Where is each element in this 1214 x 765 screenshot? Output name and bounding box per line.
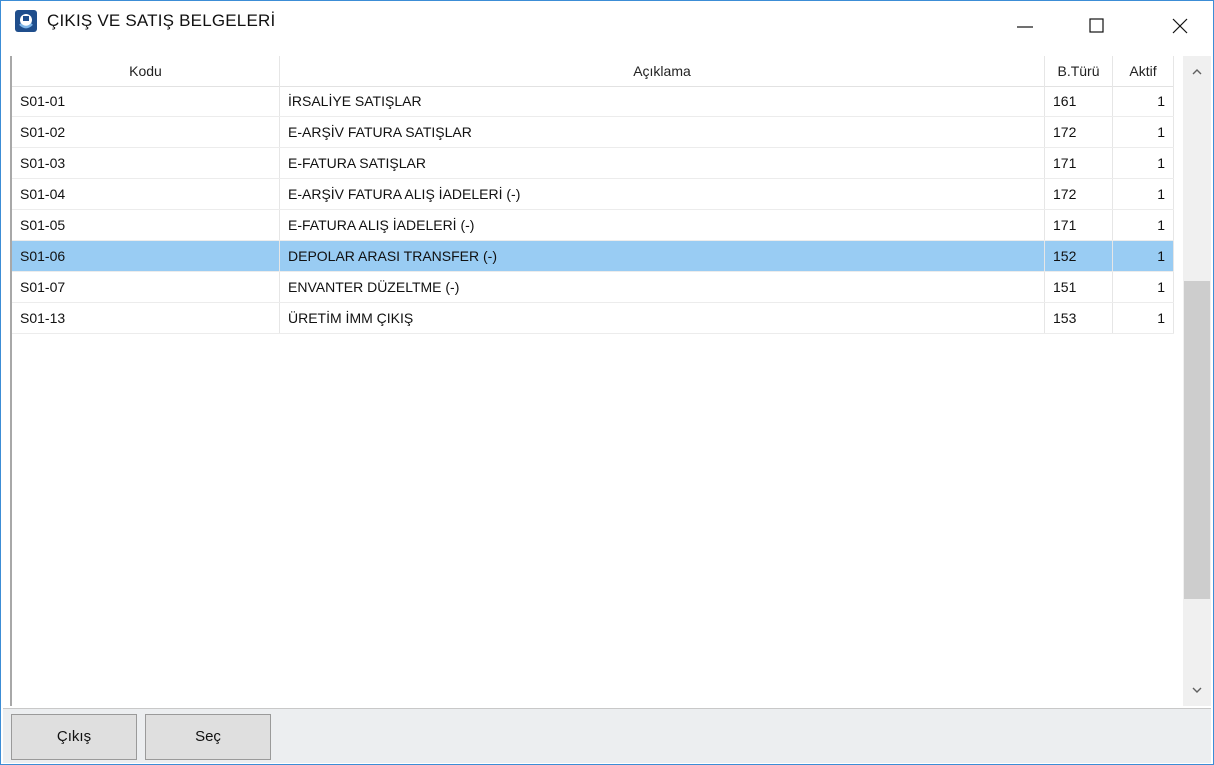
table-row[interactable]: S01-02 E-ARŞİV FATURA SATIŞLAR 172 1 <box>12 117 1174 148</box>
cell-btur: 151 <box>1045 272 1113 302</box>
maximize-button[interactable] <box>1074 1 1120 51</box>
cell-aciklama: E-FATURA SATIŞLAR <box>280 148 1045 178</box>
cell-btur: 172 <box>1045 117 1113 147</box>
cell-kodu: S01-13 <box>12 303 280 333</box>
cell-btur: 153 <box>1045 303 1113 333</box>
window-title: ÇIKIŞ VE SATIŞ BELGELERİ <box>47 11 276 30</box>
cell-kodu: S01-02 <box>12 117 280 147</box>
scroll-down-icon[interactable] <box>1191 684 1203 696</box>
column-header-btur[interactable]: B.Türü <box>1045 56 1113 86</box>
cell-aktif: 1 <box>1113 148 1174 178</box>
scroll-up-icon[interactable] <box>1191 66 1203 78</box>
cell-btur: 172 <box>1045 179 1113 209</box>
table-row[interactable]: S01-07 ENVANTER DÜZELTME (-) 151 1 <box>12 272 1174 303</box>
cell-btur: 152 <box>1045 241 1113 271</box>
close-icon <box>1172 18 1188 34</box>
cell-kodu: S01-04 <box>12 179 280 209</box>
cell-kodu: S01-03 <box>12 148 280 178</box>
cell-aciklama: ÜRETİM İMM ÇIKIŞ <box>280 303 1045 333</box>
vertical-scrollbar[interactable] <box>1183 56 1211 706</box>
title-bar[interactable]: ÇIKIŞ VE SATIŞ BELGELERİ <box>1 1 1213 51</box>
table-row[interactable]: S01-01 İRSALİYE SATIŞLAR 161 1 <box>12 86 1174 117</box>
cell-aktif: 1 <box>1113 117 1174 147</box>
cell-aciklama: İRSALİYE SATIŞLAR <box>280 86 1045 116</box>
cell-btur: 171 <box>1045 148 1113 178</box>
minimize-button[interactable] <box>1002 1 1048 51</box>
table-row[interactable]: S01-13 ÜRETİM İMM ÇIKIŞ 153 1 <box>12 303 1174 334</box>
window: ÇIKIŞ VE SATIŞ BELGELERİ Kodu Açıklama B… <box>0 0 1214 765</box>
select-button[interactable]: Seç <box>145 714 271 760</box>
column-header-aciklama[interactable]: Açıklama <box>280 56 1045 86</box>
table-row[interactable]: S01-05 E-FATURA ALIŞ İADELERİ (-) 171 1 <box>12 210 1174 241</box>
cell-kodu: S01-05 <box>12 210 280 240</box>
minimize-icon <box>1017 26 1033 28</box>
app-logo-icon <box>15 10 37 32</box>
cell-aciklama: ENVANTER DÜZELTME (-) <box>280 272 1045 302</box>
cell-btur: 171 <box>1045 210 1113 240</box>
column-header-kodu[interactable]: Kodu <box>12 56 280 86</box>
cell-aktif: 1 <box>1113 272 1174 302</box>
scrollbar-thumb[interactable] <box>1184 281 1210 599</box>
maximize-icon <box>1089 18 1104 33</box>
cell-aktif: 1 <box>1113 241 1174 271</box>
cell-aciklama: E-FATURA ALIŞ İADELERİ (-) <box>280 210 1045 240</box>
cell-aktif: 1 <box>1113 86 1174 116</box>
table-row[interactable]: S01-03 E-FATURA SATIŞLAR 171 1 <box>12 148 1174 179</box>
cell-aciklama: E-ARŞİV FATURA SATIŞLAR <box>280 117 1045 147</box>
cell-aktif: 1 <box>1113 303 1174 333</box>
table-row[interactable]: S01-04 E-ARŞİV FATURA ALIŞ İADELERİ (-) … <box>12 179 1174 210</box>
column-header-aktif[interactable]: Aktif <box>1113 56 1174 86</box>
table-row-selected[interactable]: S01-06 DEPOLAR ARASI TRANSFER (-) 152 1 <box>12 241 1174 272</box>
cell-btur: 161 <box>1045 86 1113 116</box>
cell-kodu: S01-07 <box>12 272 280 302</box>
cell-aktif: 1 <box>1113 210 1174 240</box>
cell-aktif: 1 <box>1113 179 1174 209</box>
cell-aciklama: E-ARŞİV FATURA ALIŞ İADELERİ (-) <box>280 179 1045 209</box>
cell-aciklama: DEPOLAR ARASI TRANSFER (-) <box>280 241 1045 271</box>
cell-kodu: S01-01 <box>12 86 280 116</box>
cell-kodu: S01-06 <box>12 241 280 271</box>
documents-grid[interactable]: Kodu Açıklama B.Türü Aktif S01-01 İRSALİ… <box>10 56 1184 706</box>
close-button[interactable] <box>1157 1 1203 51</box>
exit-button[interactable]: Çıkış <box>11 714 137 760</box>
grid-header: Kodu Açıklama B.Türü Aktif <box>12 56 1174 87</box>
bottom-toolbar: Çıkış Seç <box>3 708 1211 763</box>
